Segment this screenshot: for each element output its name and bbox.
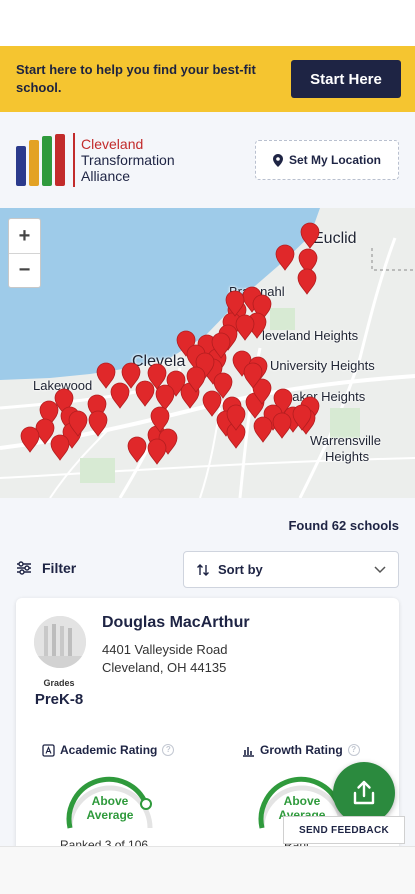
school-pin[interactable]: [253, 416, 273, 443]
results-count: Found 62 schools: [288, 518, 399, 533]
school-pin[interactable]: [127, 436, 147, 463]
zoom-control: + −: [8, 218, 41, 288]
sort-arrows-icon: [197, 563, 209, 576]
school-pin[interactable]: [297, 268, 317, 295]
address-line-1: 4401 Valleyside Road: [102, 642, 228, 657]
zoom-in-button[interactable]: +: [9, 219, 40, 253]
sort-label: Sort by: [218, 562, 263, 577]
map-pins: [20, 222, 320, 465]
info-icon[interactable]: ?: [347, 744, 360, 756]
school-pin[interactable]: [235, 314, 255, 341]
school-pin[interactable]: [35, 418, 55, 445]
send-feedback-button[interactable]: SEND FEEDBACK: [283, 816, 405, 844]
zoom-out-button[interactable]: −: [9, 253, 40, 287]
bottom-bar: [0, 846, 415, 894]
set-location-label: Set My Location: [288, 153, 381, 167]
cta-logo[interactable]: Cleveland Transformation Alliance: [16, 133, 175, 187]
set-location-button[interactable]: Set My Location: [255, 140, 399, 180]
start-here-button[interactable]: Start Here: [291, 60, 401, 98]
school-pin[interactable]: [147, 438, 167, 465]
grades-label: Grades: [43, 678, 75, 688]
school-pin[interactable]: [300, 222, 320, 249]
school-pin[interactable]: [202, 390, 222, 417]
school-pin[interactable]: [272, 412, 292, 439]
site-header: Cleveland Transformation Alliance Set My…: [0, 112, 415, 208]
school-pin[interactable]: [20, 426, 40, 453]
info-icon[interactable]: ?: [162, 744, 175, 756]
school-photo: [34, 616, 86, 668]
school-pin[interactable]: [110, 382, 130, 409]
share-icon: [353, 780, 375, 805]
banner-text: Start here to help you find your best-fi…: [16, 62, 256, 95]
school-name[interactable]: Douglas MacArthur: [102, 614, 250, 632]
growth-rating-title: Growth Rating ?: [242, 743, 360, 757]
bar-chart-icon: [243, 746, 254, 757]
address-line-2: Cleveland, OH 44135: [102, 660, 227, 675]
share-button[interactable]: [333, 762, 395, 824]
academic-rating-value: Above Average: [86, 794, 134, 822]
sliders-icon: [17, 561, 31, 575]
school-pin[interactable]: [96, 362, 116, 389]
logo-bars-icon: [16, 134, 65, 186]
school-pin[interactable]: [50, 434, 70, 461]
academic-rating-title: Academic Rating ?: [42, 743, 175, 757]
school-map[interactable]: Euclid Bratenahl leveland Heights Clevel…: [0, 208, 415, 498]
school-pin[interactable]: [88, 410, 108, 437]
logo-text: Cleveland Transformation Alliance: [81, 136, 175, 184]
map-pin-icon: [272, 153, 283, 167]
sort-dropdown[interactable]: Sort by: [183, 551, 399, 588]
school-pin[interactable]: [275, 244, 295, 271]
status-area: [0, 0, 415, 46]
chevron-down-icon: [374, 565, 386, 573]
school-pin[interactable]: [155, 384, 175, 411]
filter-button[interactable]: Filter: [16, 560, 76, 576]
filter-label: Filter: [42, 560, 77, 576]
school-pin[interactable]: [135, 380, 155, 407]
promo-banner: Start here to help you find your best-fi…: [0, 46, 415, 112]
grades-value: PreK-8: [34, 691, 84, 708]
academic-icon: [42, 743, 55, 757]
